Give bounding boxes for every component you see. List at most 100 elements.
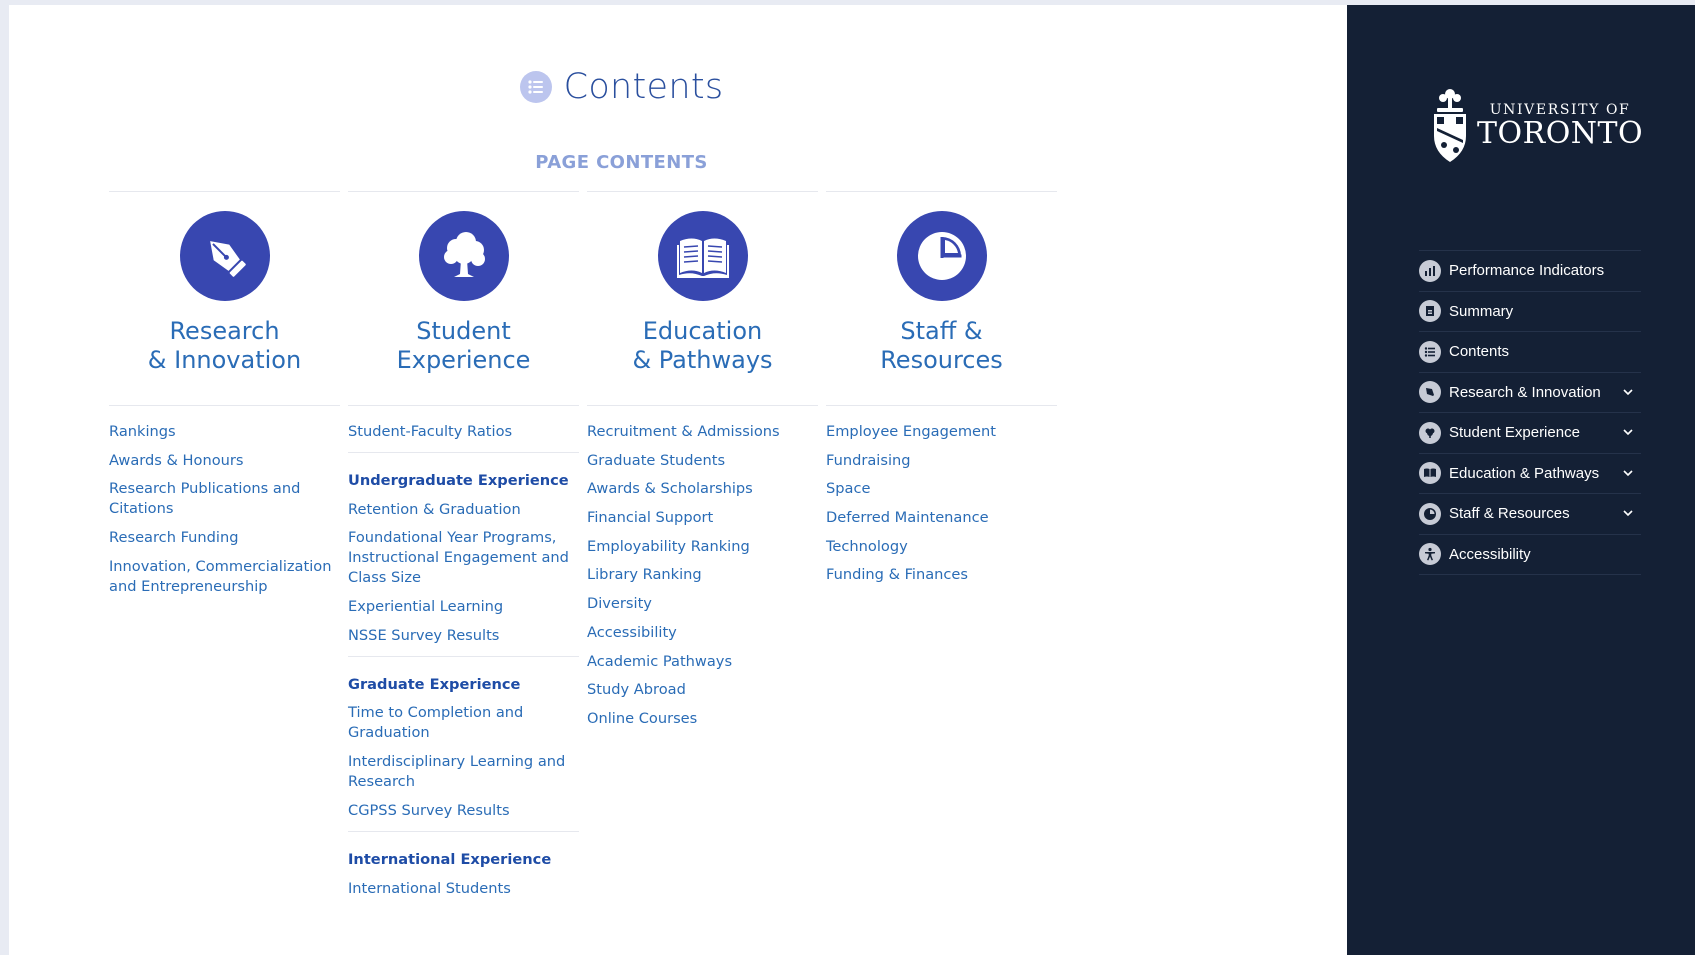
sidebar-item-label: Staff & Resources xyxy=(1449,505,1570,523)
page-contents-label: PAGE CONTENTS xyxy=(535,152,708,173)
heading-line: Staff & xyxy=(900,317,983,345)
link-academic-pathways[interactable]: Academic Pathways xyxy=(587,652,818,672)
sidebar: UNIVERSITY OF TORONTO Performance Indica… xyxy=(1347,5,1695,955)
fountain-pen-icon xyxy=(1419,381,1441,404)
logo-big-text: TORONTO xyxy=(1477,116,1644,151)
link-awards-scholarships[interactable]: Awards & Scholarships xyxy=(587,479,818,499)
link-rankings[interactable]: Rankings xyxy=(109,422,340,442)
sidebar-item-contents[interactable]: Contents xyxy=(1419,332,1641,373)
link-research-funding[interactable]: Research Funding xyxy=(109,528,340,548)
link-online-courses[interactable]: Online Courses xyxy=(587,709,818,729)
sidebar-item-label: Education & Pathways xyxy=(1449,464,1600,482)
link-experiential-learning[interactable]: Experiential Learning xyxy=(348,597,579,617)
link-diversity[interactable]: Diversity xyxy=(587,594,818,614)
sidebar-item-label: Summary xyxy=(1449,302,1514,320)
heading-line: Resources xyxy=(880,346,1003,374)
heading-line: Student xyxy=(416,317,511,345)
chevron-down-icon[interactable] xyxy=(1621,385,1635,399)
sidebar-item-label: Student Experience xyxy=(1449,424,1580,442)
column-heading[interactable]: Student Experience xyxy=(348,317,579,405)
link-research-publications[interactable]: Research Publications and Citations xyxy=(109,479,340,519)
link-awards-honours[interactable]: Awards & Honours xyxy=(109,451,340,471)
link-space[interactable]: Space xyxy=(826,479,1057,499)
column-heading[interactable]: Staff & Resources xyxy=(826,317,1057,405)
sidebar-item-label: Accessibility xyxy=(1449,545,1531,563)
sidebar-item-education-pathways[interactable]: Education & Pathways xyxy=(1419,454,1641,494)
link-foundational-year-programs[interactable]: Foundational Year Programs, Instructiona… xyxy=(348,528,579,588)
column-student-experience: Student Experience Student-Faculty Ratio… xyxy=(348,191,579,907)
link-employability-ranking[interactable]: Employability Ranking xyxy=(587,537,818,557)
divider xyxy=(348,191,579,192)
divider xyxy=(348,830,579,832)
chevron-down-icon[interactable] xyxy=(1621,507,1635,521)
pie-chart-icon xyxy=(1419,502,1441,525)
subsection-heading-international[interactable]: International Experience xyxy=(348,850,579,870)
list-icon xyxy=(1419,340,1441,363)
link-international-students[interactable]: International Students xyxy=(348,879,579,899)
open-book-icon[interactable] xyxy=(657,211,748,301)
column-heading[interactable]: Research & Innovation xyxy=(109,317,340,405)
sidebar-item-label: Research & Innovation xyxy=(1449,383,1601,401)
divider xyxy=(348,452,579,453)
column-education-pathways: Education & Pathways Recruitment & Admis… xyxy=(587,191,818,738)
document-icon xyxy=(1419,300,1441,323)
sidebar-item-research-innovation[interactable]: Research & Innovation xyxy=(1419,373,1641,413)
logo-wordmark: UNIVERSITY OF TORONTO xyxy=(1477,102,1643,150)
heading-line: & Pathways xyxy=(632,346,773,374)
sidebar-item-summary[interactable]: Summary xyxy=(1419,292,1641,332)
link-time-to-completion[interactable]: Time to Completion and Graduation xyxy=(348,703,579,743)
subsection-heading-graduate[interactable]: Graduate Experience xyxy=(348,675,579,695)
open-book-icon xyxy=(1419,462,1441,485)
sidebar-item-staff-resources[interactable]: Staff & Resources xyxy=(1419,494,1641,535)
crest-icon xyxy=(1434,89,1466,162)
link-technology[interactable]: Technology xyxy=(826,537,1057,557)
sidebar-item-performance-indicators[interactable]: Performance Indicators xyxy=(1419,251,1641,292)
sidebar-item-student-experience[interactable]: Student Experience xyxy=(1419,413,1641,454)
link-deferred-maintenance[interactable]: Deferred Maintenance xyxy=(826,508,1057,528)
chevron-down-icon[interactable] xyxy=(1621,426,1635,440)
link-nsse-survey-results[interactable]: NSSE Survey Results xyxy=(348,626,579,646)
heading-line: Education xyxy=(642,317,763,345)
divider xyxy=(348,655,579,657)
page-title-text: Contents xyxy=(563,67,724,107)
heading-line: Experience xyxy=(396,346,531,374)
heading-line: Research xyxy=(169,317,280,345)
column-staff-resources: Staff & Resources Employee Engagement Fu… xyxy=(826,191,1057,594)
link-student-faculty-ratios[interactable]: Student-Faculty Ratios xyxy=(348,422,579,442)
column-research-innovation: Research & Innovation Rankings Awards & … xyxy=(109,191,340,605)
sidebar-item-accessibility[interactable]: Accessibility xyxy=(1419,535,1641,575)
list-icon xyxy=(519,71,552,103)
link-graduate-students[interactable]: Graduate Students xyxy=(587,451,818,471)
sidebar-item-label: Performance Indicators xyxy=(1449,262,1605,280)
chevron-down-icon[interactable] xyxy=(1621,466,1635,480)
sidebar-item-label: Contents xyxy=(1449,343,1510,361)
heading-line: & Innovation xyxy=(147,346,302,374)
link-employee-engagement[interactable]: Employee Engagement xyxy=(826,422,1057,442)
bar-chart-icon xyxy=(1419,259,1441,282)
university-logo[interactable]: UNIVERSITY OF TORONTO xyxy=(1431,88,1643,164)
link-recruitment-admissions[interactable]: Recruitment & Admissions xyxy=(587,422,818,442)
link-study-abroad[interactable]: Study Abroad xyxy=(587,680,818,700)
subsection-heading-undergraduate[interactable]: Undergraduate Experience xyxy=(348,471,579,491)
link-innovation-commercialization[interactable]: Innovation, Commercialization and Entrep… xyxy=(109,557,340,597)
page-title: Contents xyxy=(9,67,1234,107)
divider xyxy=(826,191,1057,192)
divider xyxy=(587,191,818,192)
main-content: Contents PAGE CONTENTS Research & Innova… xyxy=(9,5,1347,955)
link-library-ranking[interactable]: Library Ranking xyxy=(587,565,818,585)
tree-icon xyxy=(1419,421,1441,444)
link-interdisciplinary-learning[interactable]: Interdisciplinary Learning and Research xyxy=(348,752,579,792)
link-funding-finances[interactable]: Funding & Finances xyxy=(826,565,1057,585)
link-retention-graduation[interactable]: Retention & Graduation xyxy=(348,500,579,520)
column-heading[interactable]: Education & Pathways xyxy=(587,317,818,405)
link-cgpss-survey-results[interactable]: CGPSS Survey Results xyxy=(348,801,579,821)
tree-icon[interactable] xyxy=(418,211,509,301)
sidebar-nav: Performance Indicators Summary Contents … xyxy=(1419,250,1641,575)
fountain-pen-icon[interactable] xyxy=(179,211,270,301)
pie-chart-icon[interactable] xyxy=(896,211,987,301)
link-accessibility[interactable]: Accessibility xyxy=(587,623,818,643)
link-fundraising[interactable]: Fundraising xyxy=(826,451,1057,471)
accessibility-icon xyxy=(1419,543,1441,566)
divider xyxy=(109,191,340,192)
link-financial-support[interactable]: Financial Support xyxy=(587,508,818,528)
